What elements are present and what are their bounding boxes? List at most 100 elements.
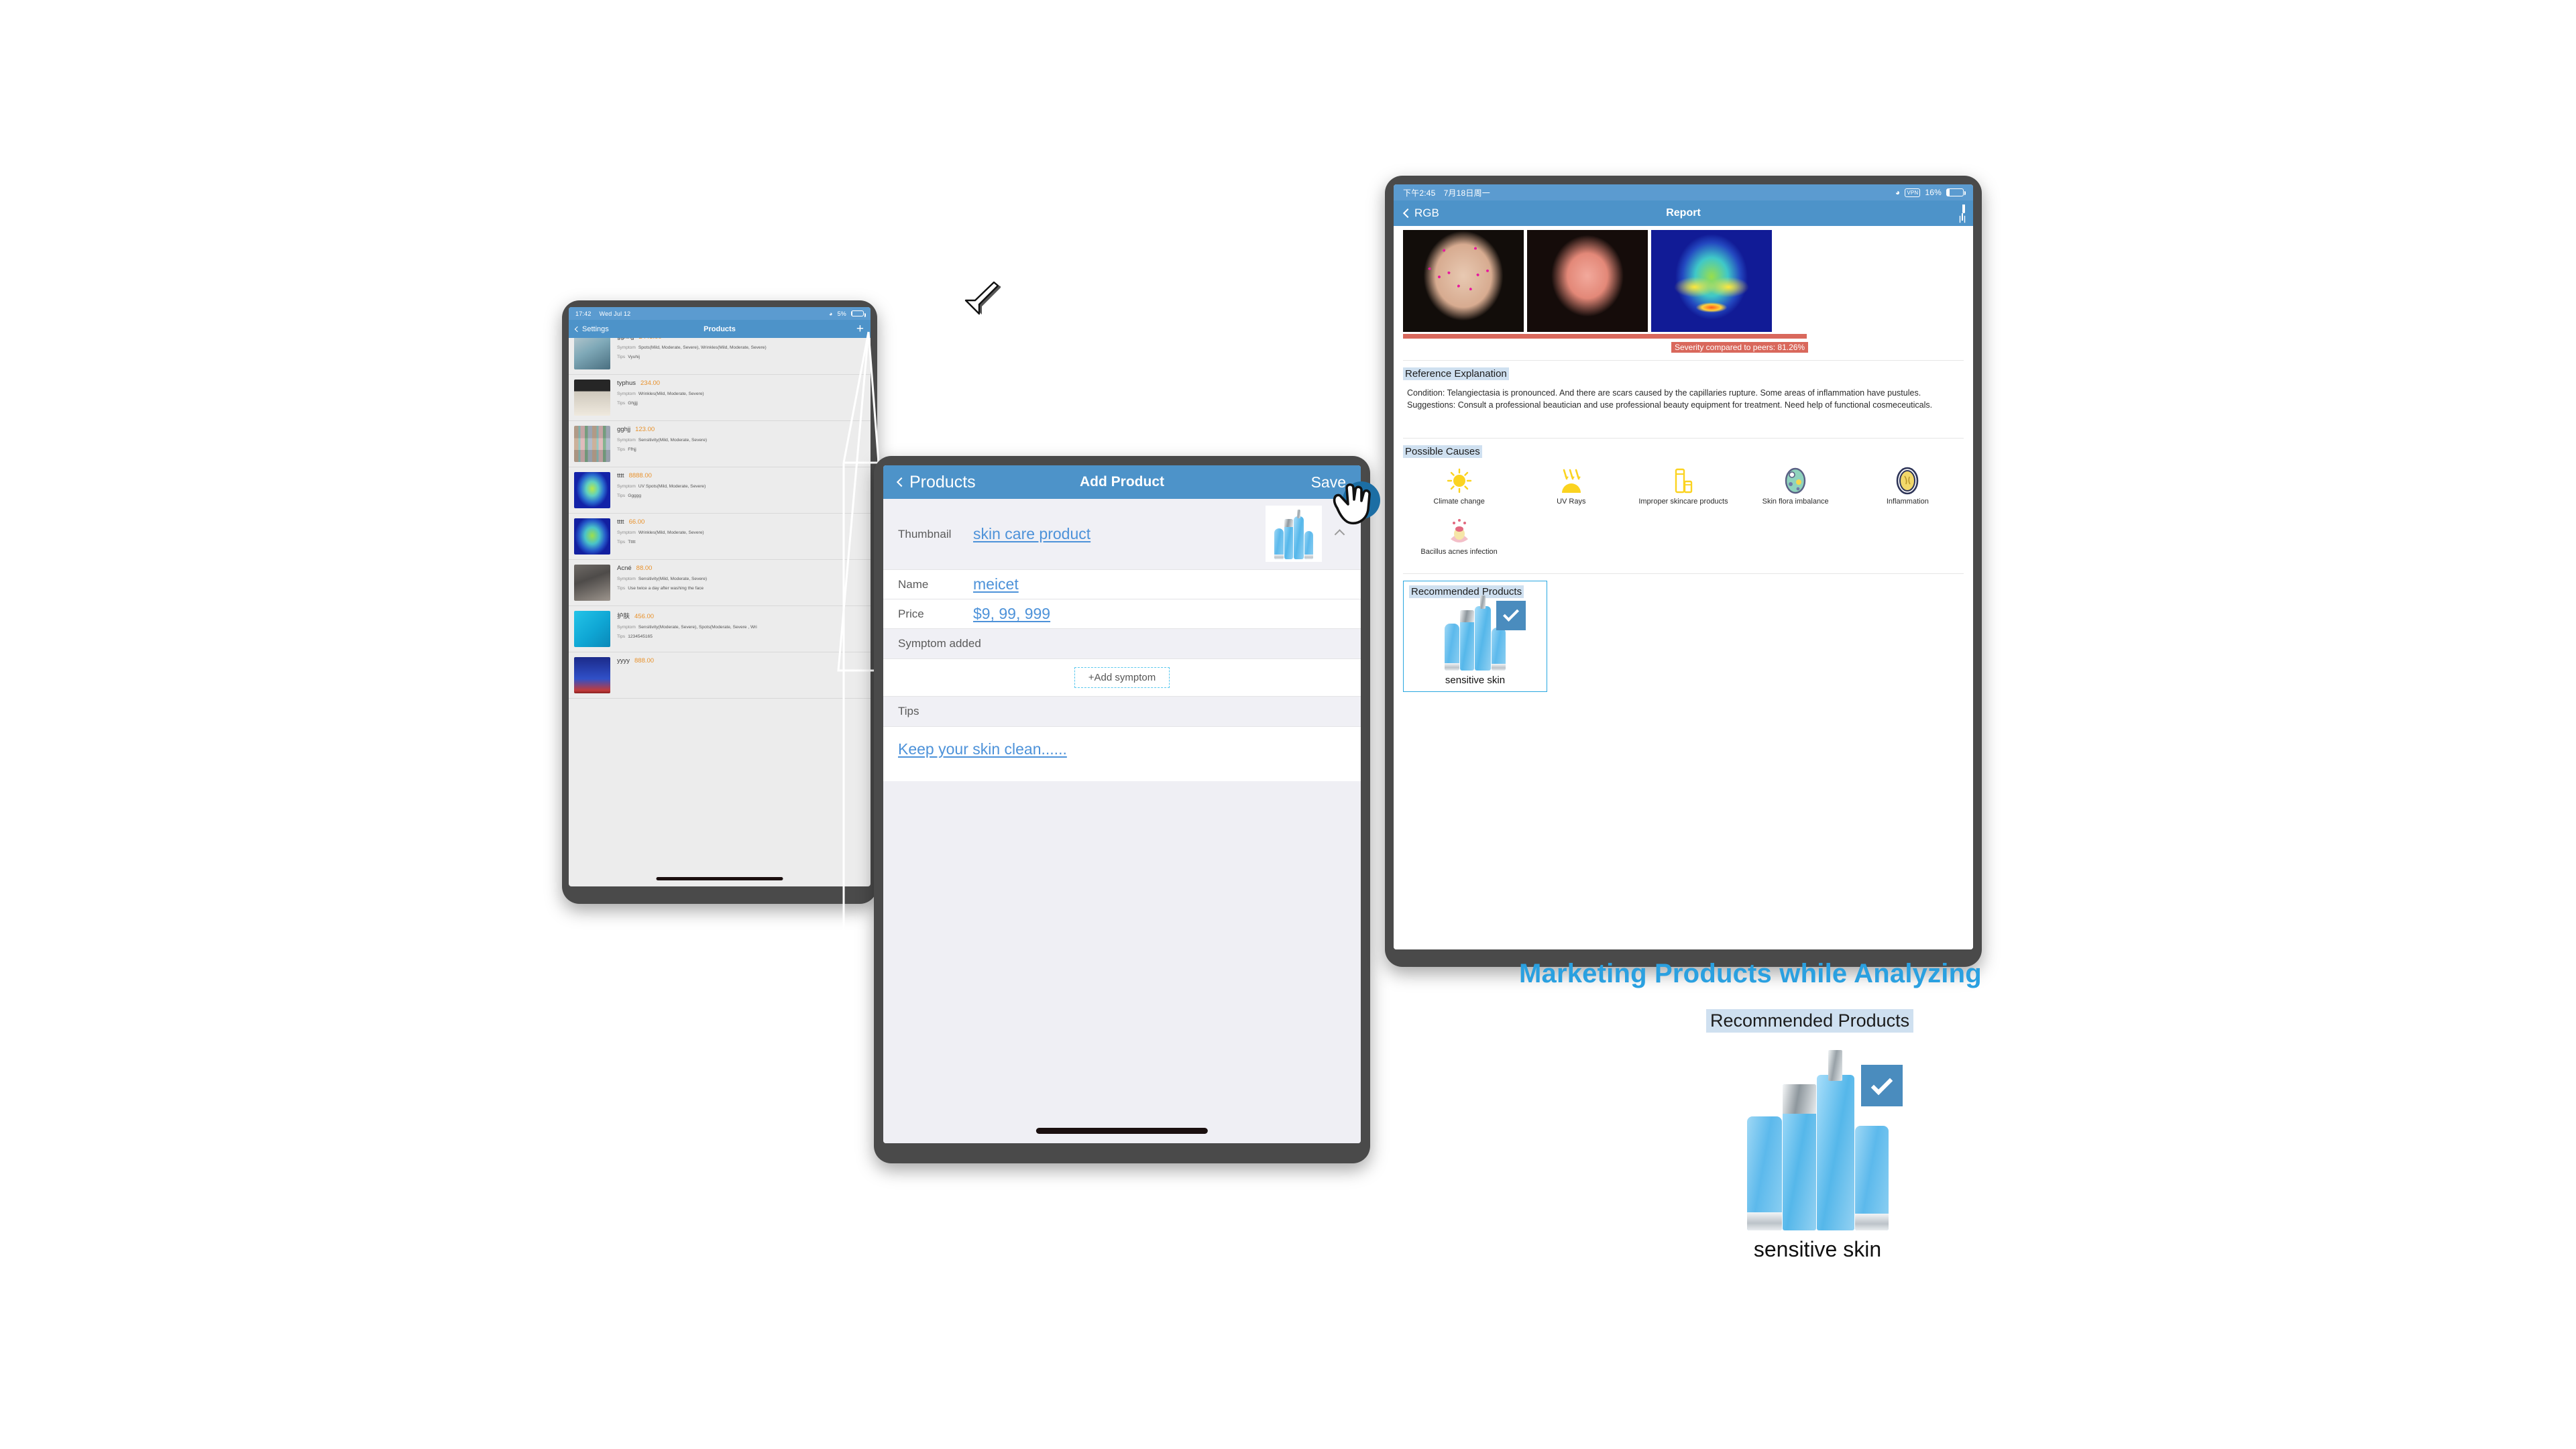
list-item[interactable]: gghjj 123.00 Symptom Sensitivity(Mild, Mod… (569, 421, 871, 467)
chevron-left-icon (574, 326, 581, 332)
save-button[interactable]: Save (1311, 473, 1346, 491)
product-symptom: Sensitivity(Moderate, Severe), Spots(Mod… (638, 625, 757, 630)
status-time: 17:42 (575, 310, 592, 317)
list-item[interactable]: yyyy 888.00 (569, 652, 871, 699)
add-product-tablet-device: Products Add Product Save Thumbnail skin… (874, 456, 1370, 1168)
status-date: Wed Jul 12 (599, 310, 631, 317)
product-price: 2445.00 (638, 338, 661, 341)
product-name: Acné (617, 565, 632, 572)
add-symptom-button[interactable]: +Add symptom (1074, 667, 1170, 688)
status-battery-pct: 16% (1925, 188, 1942, 197)
price-label: Price (898, 607, 924, 620)
list-item[interactable]: 护肤 456.00 Symptom Sensitivity(Moderate, Se… (569, 606, 871, 652)
marketing-caption: Marketing Products while Analyzing (1519, 959, 1982, 988)
name-row[interactable]: Name meicet (883, 569, 1361, 599)
report-nav-bar: RGB Report (1394, 200, 1973, 226)
thumbnail-row[interactable]: Thumbnail skin care product (883, 499, 1361, 569)
list-item[interactable]: tttt 8888.00 Symptom UV Spots(Mild, Modera… (569, 467, 871, 514)
status-time: 下午2:45 (1403, 188, 1436, 198)
products-list[interactable]: ggnnjj2445.00 SymptomSpots(Mild, Moderat… (569, 338, 871, 886)
product-thumbnail (574, 611, 610, 647)
tips-label: Tips (617, 634, 626, 639)
tips-label: Tips (617, 355, 626, 359)
uv-rays-icon (1515, 466, 1627, 496)
severity-bar (1403, 334, 1807, 339)
symptom-label: Symptom (617, 625, 636, 630)
chevron-right-icon[interactable] (1334, 528, 1345, 540)
name-label: Name (898, 577, 929, 591)
recommended-product-image (1432, 595, 1526, 671)
list-item[interactable]: tttt 66.00 Symptom Wrinkles(Mild, Moderate… (569, 514, 871, 560)
product-tips: Ghjjjj (628, 401, 638, 406)
cause-item[interactable]: Inflammation (1852, 466, 1964, 507)
product-name: ggnnjj (617, 338, 634, 341)
reference-condition-text: Condition: Telangiectasia is pronounced.… (1407, 388, 1921, 398)
list-item[interactable]: Acné 88.00 Symptom Sensitivity(Mild, Moder… (569, 560, 871, 606)
product-symptom: Sensitivity(Mild, Moderate, Severe) (638, 438, 708, 443)
recommended-products-box[interactable]: Recommended Products sensitive skin (1403, 580, 1547, 692)
add-product-button[interactable]: + (856, 323, 864, 335)
product-price: 8888.00 (628, 472, 652, 479)
product-thumbnail (574, 380, 610, 416)
recommended-products-caption: Recommended Products (1706, 1009, 1914, 1033)
cause-item[interactable]: Improper skincare products (1627, 466, 1739, 507)
list-item[interactable]: ggnnjj 2445.00 SymptomSpots(Mild, Moderat… (569, 338, 871, 375)
page-title: Report (1666, 207, 1701, 219)
report-content[interactable]: Severity compared to peers: 81.26% Refer… (1394, 226, 1973, 949)
product-tips: Ttttt (628, 540, 636, 544)
add-product-nav-bar: Products Add Product Save (883, 465, 1361, 499)
chevron-left-icon (1402, 208, 1413, 219)
product-selected-badge[interactable] (1496, 600, 1526, 630)
reference-explanation-title: Reference Explanation (1403, 367, 1509, 380)
cause-item[interactable]: Bacillus acnes infection (1403, 516, 1515, 557)
acne-bacillus-icon (1403, 516, 1515, 546)
tips-row[interactable]: Keep your skin clean...... (883, 727, 1361, 781)
product-price: 456.00 (634, 613, 655, 620)
product-name: tttt (617, 518, 624, 526)
report-status-bar: 下午2:45 7月18日周一 ◕ VPN 16% (1394, 184, 1973, 200)
thumbnail-value[interactable]: skin care product (973, 525, 1090, 543)
price-row[interactable]: Price $9, 99, 999 (883, 599, 1361, 628)
back-to-rgb-button[interactable]: RGB (1402, 207, 1439, 220)
face-image-uv (1651, 230, 1772, 332)
add-product-screen: Products Add Product Save Thumbnail skin… (883, 465, 1361, 1143)
product-name: gghjj (617, 426, 631, 433)
inflammation-icon (1852, 466, 1964, 496)
cause-label: Improper skincare products (1638, 498, 1728, 506)
vpn-badge: VPN (1905, 188, 1921, 197)
tips-label: Tips (617, 540, 626, 544)
status-date: 7月18日周一 (1443, 188, 1490, 198)
price-input[interactable]: $9, 99, 999 (973, 605, 1050, 623)
wifi-icon: ◕ (1895, 188, 1901, 197)
home-indicator (1035, 1128, 1209, 1134)
products-screen: 17:42 Wed Jul 12 ◕ 5% Settings Products … (569, 307, 871, 886)
screenshot-canvas: 17:42 Wed Jul 12 ◕ 5% Settings Products … (0, 0, 2576, 1449)
back-to-products-button[interactable]: Products (896, 473, 976, 492)
product-symptom: Sensitivity(Mild, Moderate, Severe) (638, 577, 708, 581)
product-thumbnail (574, 426, 610, 462)
thumbnail-preview-image (1266, 506, 1322, 562)
symptom-label: Symptom (617, 438, 636, 443)
tips-label: Tips (617, 401, 626, 406)
product-name: 护肤 (617, 613, 630, 620)
product-price: 88.00 (636, 565, 653, 572)
products-tablet-device: 17:42 Wed Jul 12 ◕ 5% Settings Products … (562, 300, 877, 909)
product-selected-badge-large[interactable] (1861, 1065, 1903, 1106)
product-price: 66.00 (628, 518, 645, 526)
cause-item[interactable]: UV Rays (1515, 466, 1627, 507)
product-name: tttt (617, 472, 624, 479)
cause-item[interactable]: Climate change (1403, 466, 1515, 507)
name-input[interactable]: meicet (973, 575, 1019, 593)
check-icon (1870, 1073, 1893, 1095)
symptom-section-header: Symptom added (883, 628, 1361, 659)
tips-input[interactable]: Keep your skin clean...... (898, 740, 1346, 758)
list-item[interactable]: typhus 234.00 Symptom Wrinkles(Mild, Moder… (569, 375, 871, 421)
product-tips: 1234545165 (628, 634, 653, 639)
skincare-tube-icon (1627, 466, 1739, 496)
cause-label: Inflammation (1886, 498, 1929, 506)
cause-item[interactable]: Skin flora imbalance (1740, 466, 1852, 507)
symptom-label: Symptom (617, 484, 636, 489)
symptom-label: Symptom (617, 345, 636, 350)
back-to-settings-button[interactable]: Settings (574, 325, 609, 333)
add-symptom-row: +Add symptom (883, 659, 1361, 696)
